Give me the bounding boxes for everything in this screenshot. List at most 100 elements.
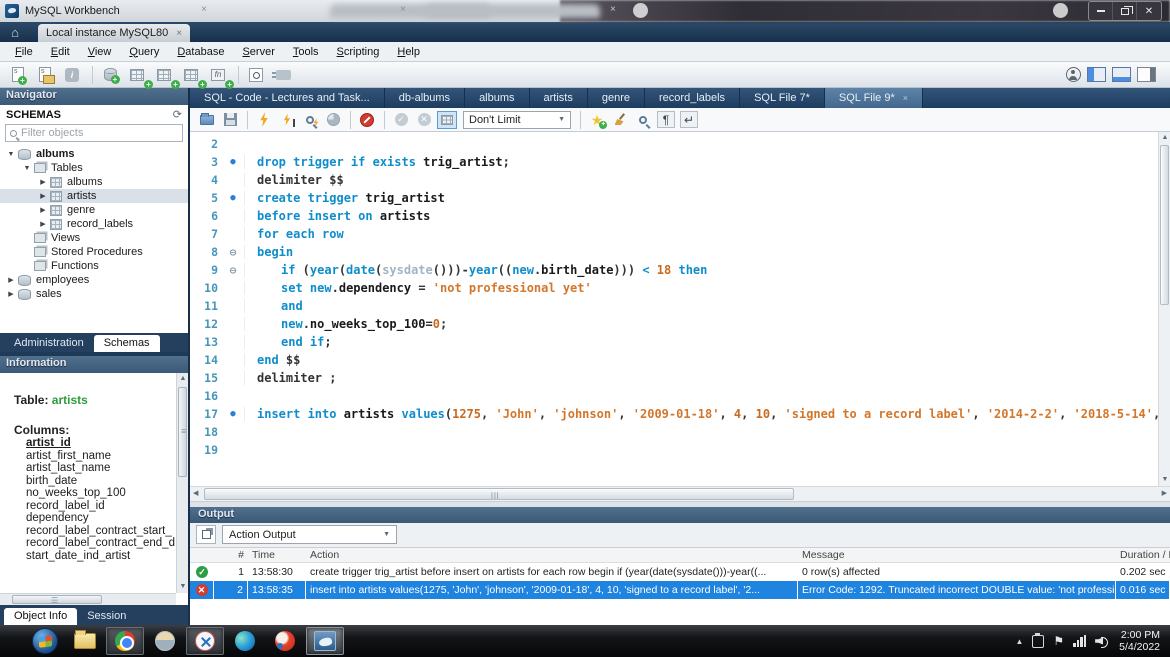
toggle-limit-icon[interactable] <box>436 110 458 129</box>
tree-item-table-record-labels[interactable]: ▶ record_labels <box>0 217 188 231</box>
menu-query[interactable]: Query <box>120 44 168 60</box>
execute-icon[interactable] <box>253 110 275 129</box>
stop-on-error-icon[interactable] <box>356 110 378 129</box>
clipboard-tray-icon[interactable] <box>1032 635 1044 648</box>
tab-db-albums[interactable]: db-albums <box>385 88 465 108</box>
menu-tools[interactable]: Tools <box>284 44 328 60</box>
editor-vertical-scrollbar[interactable]: ▲ ▼ <box>1158 132 1170 486</box>
output-layers-icon[interactable] <box>196 525 216 544</box>
menu-file[interactable]: File <box>6 44 42 60</box>
toggle-sidebar-icon[interactable] <box>1087 67 1106 82</box>
schema-filter-box[interactable] <box>5 124 183 142</box>
col-header-action[interactable]: Action <box>306 549 798 561</box>
scroll-left-icon[interactable]: ◀ <box>193 489 198 497</box>
home-tab-icon[interactable]: ⌂ <box>0 22 30 42</box>
chrome-icon[interactable] <box>106 627 144 655</box>
sql-code-editor[interactable]: 2 3●drop trigger if exists trig_artist; … <box>190 132 1170 486</box>
search-table-data-icon[interactable] <box>244 65 268 85</box>
close-button[interactable]: ✕ <box>1137 2 1161 20</box>
refresh-schemas-icon[interactable]: ⟳ <box>173 108 182 121</box>
volume-icon[interactable] <box>1095 635 1110 648</box>
edge-icon[interactable] <box>226 627 264 655</box>
scrollbar-thumb[interactable] <box>204 488 794 500</box>
scroll-up-icon[interactable]: ▲ <box>1159 132 1170 144</box>
photos-icon[interactable] <box>146 627 184 655</box>
tree-item-albums-schema[interactable]: ▼ albums <box>0 147 188 161</box>
scrollbar-thumb[interactable] <box>12 595 102 604</box>
stop-query-icon[interactable] <box>322 110 344 129</box>
tab-sql-file-9[interactable]: SQL File 9* × <box>825 88 923 108</box>
scroll-right-icon[interactable]: ▶ <box>1162 489 1167 497</box>
tab-close-icon[interactable]: × <box>903 93 908 103</box>
execute-current-statement-icon[interactable] <box>276 110 298 129</box>
connection-tab[interactable]: Local instance MySQL80 × <box>38 24 190 42</box>
expand-icon[interactable]: ▶ <box>38 206 48 214</box>
tab-sql-code-lectures[interactable]: SQL - Code - Lectures and Task... <box>190 88 385 108</box>
tab-record-labels[interactable]: record_labels <box>645 88 740 108</box>
new-sql-tab-icon[interactable] <box>6 65 30 85</box>
find-icon[interactable] <box>632 110 654 129</box>
tree-item-stored-procedures[interactable]: Stored Procedures <box>0 245 188 259</box>
tree-item-table-artists[interactable]: ▶ artists <box>0 189 188 203</box>
create-table-icon[interactable] <box>125 65 149 85</box>
tree-item-sales-schema[interactable]: ▶ sales <box>0 287 188 301</box>
menu-server[interactable]: Server <box>233 44 283 60</box>
row-limit-dropdown[interactable]: Don't Limit ▼ <box>463 111 571 129</box>
red-browser-icon[interactable] <box>266 627 304 655</box>
scroll-down-icon[interactable]: ▼ <box>1159 474 1170 486</box>
rollback-icon[interactable]: ✕ <box>413 110 435 129</box>
scrollbar-thumb[interactable] <box>178 387 187 477</box>
hidden-icons-icon[interactable]: ▲ <box>1015 637 1023 646</box>
action-center-flag-icon[interactable]: ⚑ <box>1053 634 1064 648</box>
expand-icon[interactable]: ▶ <box>6 276 16 284</box>
menu-database[interactable]: Database <box>168 44 233 60</box>
snipping-tool-icon[interactable] <box>186 627 224 655</box>
col-header-time[interactable]: Time <box>248 549 306 561</box>
tree-item-tables[interactable]: ▼ Tables <box>0 161 188 175</box>
tab-session[interactable]: Session <box>77 608 136 625</box>
output-view-dropdown[interactable]: Action Output ▼ <box>222 525 397 544</box>
tab-object-info[interactable]: Object Info <box>4 608 77 625</box>
minimize-button[interactable] <box>1089 2 1113 20</box>
tab-sql-file-7[interactable]: SQL File 7* <box>740 88 825 108</box>
info-horizontal-scrollbar[interactable] <box>0 593 176 605</box>
info-vertical-scrollbar[interactable]: ▲ ▼ <box>176 373 188 593</box>
tab-schemas[interactable]: Schemas <box>94 335 160 352</box>
output-row-error[interactable]: ✕ 2 13:58:35 insert into artists values(… <box>190 581 1170 599</box>
scroll-down-icon[interactable]: ▼ <box>177 581 188 593</box>
expand-icon[interactable]: ▶ <box>6 290 16 298</box>
create-schema-icon[interactable] <box>98 65 122 85</box>
network-signal-icon[interactable] <box>1073 635 1086 647</box>
scroll-up-icon[interactable]: ▲ <box>177 373 188 385</box>
menu-scripting[interactable]: Scripting <box>328 44 389 60</box>
preferences-icon[interactable] <box>1066 67 1081 82</box>
wrap-text-icon[interactable]: ↵ <box>678 110 700 129</box>
toggle-secondary-sidebar-icon[interactable] <box>1137 67 1156 82</box>
beautify-script-icon[interactable]: ★ <box>586 110 608 129</box>
collapse-icon[interactable]: ▼ <box>6 151 16 158</box>
toggle-output-panel-icon[interactable] <box>1112 67 1131 82</box>
inspector-icon[interactable]: i <box>60 65 84 85</box>
open-file-icon[interactable] <box>196 110 218 129</box>
explain-plan-icon[interactable] <box>299 110 321 129</box>
tree-item-table-albums[interactable]: ▶ albums <box>0 175 188 189</box>
col-header-message[interactable]: Message <box>798 549 1116 561</box>
tree-item-views[interactable]: Views <box>0 231 188 245</box>
menu-edit[interactable]: Edit <box>42 44 79 60</box>
schema-filter-input[interactable] <box>21 127 178 139</box>
tree-item-employees-schema[interactable]: ▶ employees <box>0 273 188 287</box>
connection-tab-close-icon[interactable]: × <box>176 28 182 39</box>
connect-session-icon[interactable] <box>271 65 295 85</box>
mysql-workbench-taskbar-icon[interactable] <box>306 627 344 655</box>
start-button[interactable] <box>26 627 64 655</box>
tab-administration[interactable]: Administration <box>4 335 94 352</box>
col-header-duration[interactable]: Duration / Fetch <box>1116 549 1170 561</box>
editor-horizontal-scrollbar[interactable]: ◀ ▶ <box>190 486 1170 501</box>
scrollbar-thumb[interactable] <box>1160 145 1169 305</box>
open-sql-script-icon[interactable] <box>33 65 57 85</box>
create-function-icon[interactable]: fn <box>206 65 230 85</box>
tab-genre[interactable]: genre <box>588 88 645 108</box>
menu-view[interactable]: View <box>79 44 121 60</box>
save-icon[interactable] <box>219 110 241 129</box>
cleanup-icon[interactable] <box>609 110 631 129</box>
